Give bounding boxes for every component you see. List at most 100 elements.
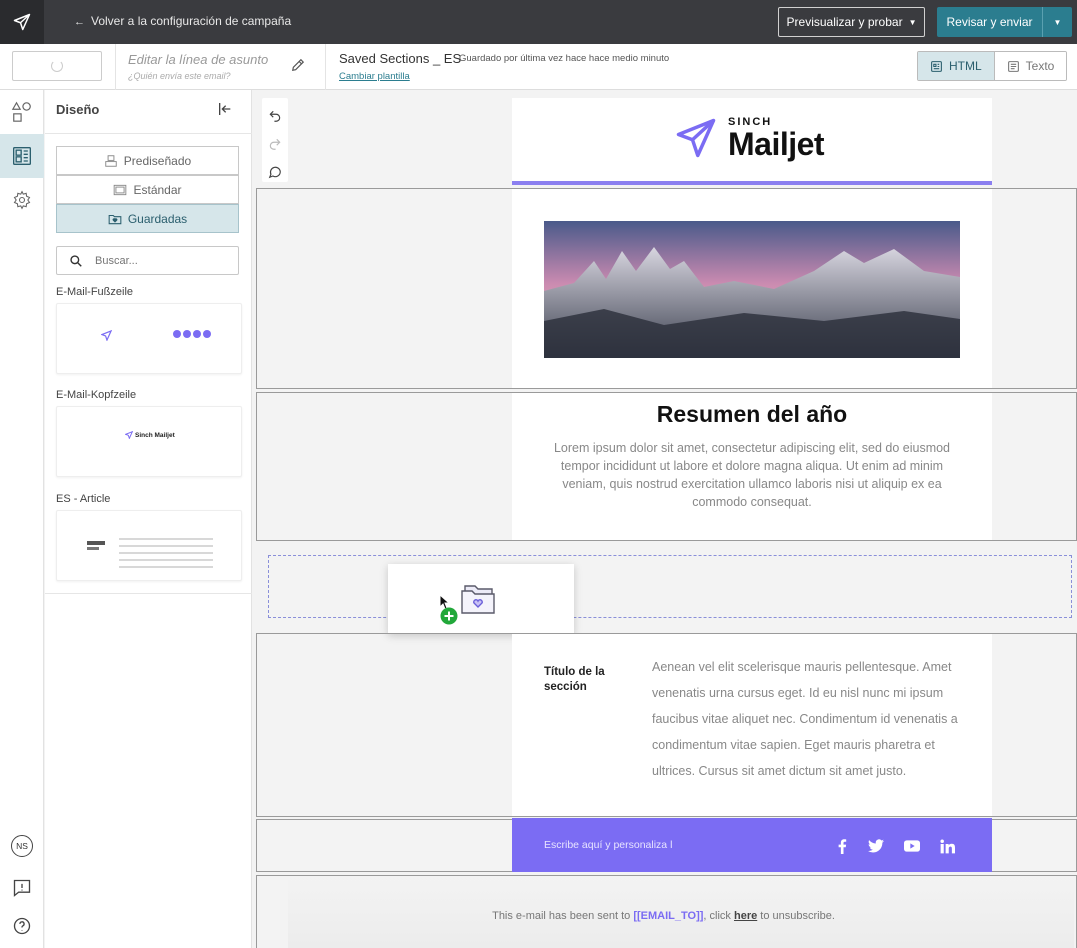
search-icon [70,254,82,267]
view-text-button[interactable]: Texto [994,52,1067,80]
rail-sections-button[interactable] [0,134,44,178]
saved-section-label: E-Mail-Kopfzeile [56,389,137,401]
section-search[interactable] [56,246,239,275]
article-title-preview [87,541,105,545]
unsubscribe-link[interactable]: here [734,910,757,922]
html-doc-icon [931,60,942,72]
send-button-label: Revisar y enviar [946,15,1033,29]
brand-logo: SINCH Mailjet [674,116,825,162]
paper-plane-icon [125,431,133,439]
help-icon [13,917,31,935]
email-merge-tag: [[EMAIL_TO]] [633,910,704,922]
undo-button[interactable] [262,102,288,130]
back-link-label: Volver a la configuración de campaña [91,14,292,28]
redo-icon [269,138,281,150]
linkedin-glyph [939,838,955,853]
tab-saved[interactable]: Guardadas [56,204,239,233]
preview-and-test-button[interactable]: Previsualizar y probar ▼ [778,7,925,37]
view-html-label: HTML [949,59,982,73]
saved-section-card[interactable]: Sinch Mailjet [56,406,242,477]
divider [325,44,326,90]
frame-icon [114,184,127,195]
subject-line-field[interactable]: Editar la línea de asunto [128,52,268,67]
email-image-section[interactable] [512,189,992,388]
email-text-section[interactable]: Resumen del año Lorem ipsum dolor sit am… [512,393,992,540]
email-header-section[interactable]: SINCH Mailjet [512,98,992,185]
tab-predesigned-label: Prediseñado [123,153,192,168]
article-body: Aenean vel elit scelerisque mauris pelle… [652,660,958,778]
saved-section-card[interactable] [56,303,242,374]
tab-standard[interactable]: Estándar [56,175,239,204]
tab-saved-label: Guardadas [127,211,188,226]
twitter-icon[interactable] [866,836,886,856]
article-title: Título de la sección [544,666,605,693]
tab-standard-label: Estándar [133,182,182,197]
app-logo[interactable] [0,0,44,44]
unsubscribe-text: This e-mail has been sent to [[EMAIL_TO]… [253,910,1074,922]
caret-down-icon: ▼ [908,17,917,27]
comment-icon [268,166,281,179]
undo-icon [269,110,281,122]
facebook-icon[interactable] [832,836,852,856]
email-footer-section[interactable]: Escribe aquí y personaliza l [512,818,992,872]
user-avatar[interactable]: NS [0,824,44,868]
edit-subject-button[interactable] [291,58,305,77]
view-html-button[interactable]: HTML [918,52,995,80]
layers-icon [105,154,117,167]
linkedin-icon[interactable] [937,836,957,856]
sender-field[interactable]: ¿Quién envía este email? [128,71,231,81]
spinner-icon [51,60,63,72]
hero-image [544,221,960,358]
email-article-section[interactable]: Título de la sección Aenean vel elit sce… [512,634,992,816]
left-rail: NS [0,90,44,948]
unsub-mid: , click [703,910,734,922]
twitter-glyph [868,839,884,853]
folder-heart-icon [108,214,122,224]
view-mode-toggle: HTML Texto [917,51,1068,81]
email-headline: Resumen del año [656,401,848,427]
rail-settings-button[interactable] [0,178,44,222]
view-text-label: Texto [1025,59,1055,73]
header-logo-preview: Sinch Mailjet [125,431,175,439]
search-input[interactable] [95,254,225,267]
saved-section-label: ES - Article [56,493,111,505]
comments-button[interactable] [262,158,288,186]
youtube-glyph [904,840,920,852]
tab-predesigned[interactable]: Prediseñado [56,146,239,175]
paper-plane-icon [101,330,112,341]
rail-blocks-button[interactable] [0,90,44,134]
brand-name: Mailjet [728,126,825,162]
change-template-link[interactable]: Cambiar plantilla [339,71,410,82]
review-and-send-button[interactable]: Revisar y enviar [937,7,1042,37]
social-icons-preview [173,330,211,338]
divider [115,44,116,90]
shapes-icon [11,101,31,122]
unsub-suffix: to unsubscribe. [757,910,835,922]
feedback-icon [13,879,31,897]
loading-indicator [12,51,102,81]
unsub-prefix: This e-mail has been sent to [492,910,634,922]
caret-down-icon: ▼ [1053,17,1062,27]
saved-section-card[interactable] [56,510,242,581]
facebook-glyph [838,838,847,854]
mountain-image [544,221,960,358]
youtube-icon[interactable] [902,836,922,856]
paper-plane-icon [13,13,31,31]
editor-header: Editar la línea de asunto ¿Quién envía e… [0,44,1077,90]
collapse-left-icon [219,103,231,115]
back-to-campaign-link[interactable]: ← Volver a la configuración de campaña [74,14,291,28]
arrow-left-icon: ← [74,16,85,28]
top-bar: ← Volver a la configuración de campaña Pr… [0,0,1077,44]
send-options-dropdown[interactable]: ▼ [1042,7,1072,37]
collapse-panel-button[interactable] [217,101,233,122]
header-logo-text: Sinch Mailjet [135,431,175,439]
redo-button[interactable] [262,130,288,158]
text-doc-icon [1007,60,1019,72]
folder-heart-icon [461,585,495,614]
pencil-icon [292,58,305,71]
help-button[interactable] [0,904,44,948]
article-body-preview [119,538,213,572]
layout-icon [13,147,31,165]
dragged-section-preview [388,564,574,634]
divider [45,593,252,594]
